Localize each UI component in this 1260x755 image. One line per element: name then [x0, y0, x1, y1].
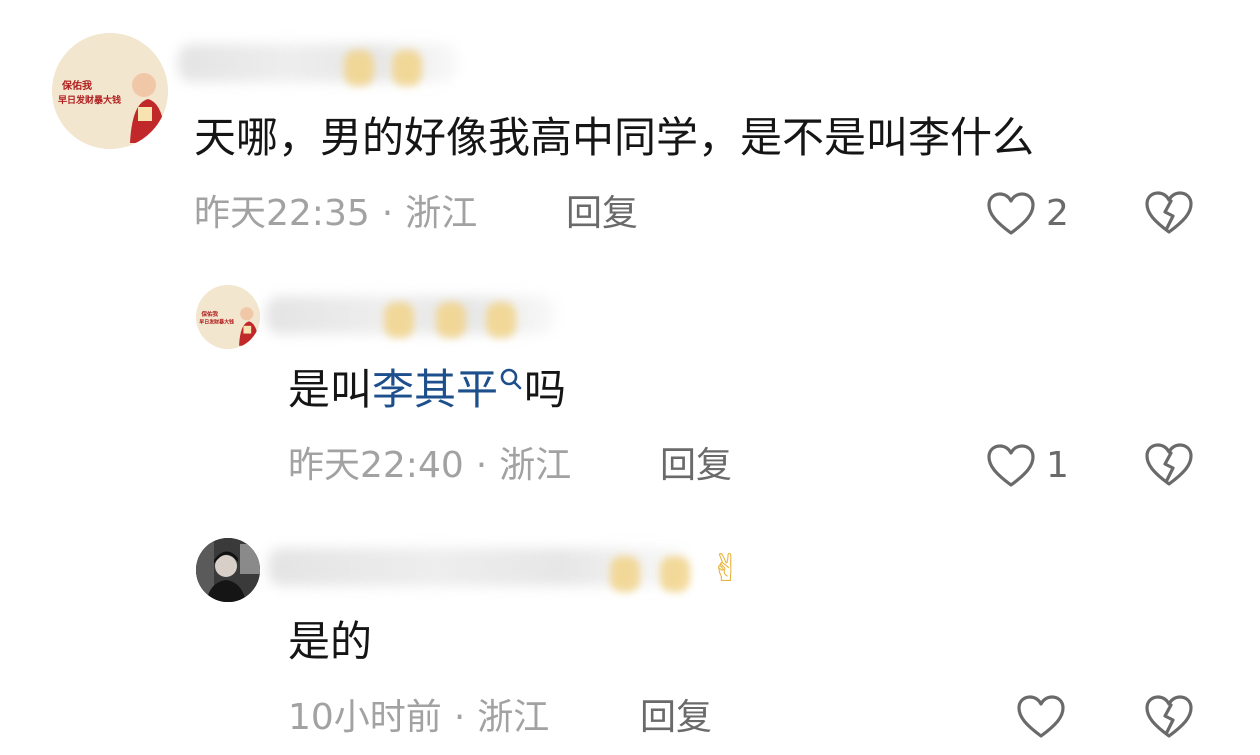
- separator-dot: ·: [475, 445, 488, 486]
- broken-heart-icon: [1145, 443, 1193, 486]
- svg-text:保佑我: 保佑我: [61, 79, 92, 92]
- username-emoji-redacted: [384, 302, 414, 338]
- comment-location: 浙江: [499, 445, 572, 486]
- comment-location: 浙江: [405, 193, 478, 234]
- broken-heart-icon: [1145, 695, 1193, 738]
- username-emoji-redacted: [660, 556, 690, 592]
- svg-text:早日发财暴大钱: 早日发财暴大钱: [199, 319, 234, 326]
- brand-logo-image: 保佑我 早日发财暴大钱: [196, 285, 260, 349]
- search-keyword-link[interactable]: 李其平: [372, 365, 498, 414]
- reply-button[interactable]: 回复: [566, 190, 638, 238]
- comment-meta: 昨天22:35 · 浙江: [194, 190, 477, 238]
- username-emoji-redacted: [610, 556, 640, 592]
- comment-text: 是的: [288, 617, 373, 666]
- comment-meta: 昨天22:40 · 浙江: [288, 442, 571, 490]
- heart-outline-icon: [987, 444, 1035, 487]
- comment-text-before: 是叫: [288, 365, 373, 414]
- svg-text:早日发财暴大钱: 早日发财暴大钱: [58, 94, 121, 106]
- separator-dot: ·: [453, 697, 466, 738]
- comment-location: 浙江: [477, 697, 550, 738]
- profile-photo: [196, 538, 260, 602]
- username-emoji-redacted: [436, 302, 466, 338]
- victory-hand-emoji: ✌: [710, 546, 742, 590]
- like-count: 1: [1046, 445, 1069, 486]
- separator-dot: ·: [381, 193, 394, 234]
- heart-outline-icon: [987, 192, 1035, 235]
- like-button[interactable]: [1016, 694, 1066, 740]
- reply-button[interactable]: 回复: [660, 442, 732, 490]
- avatar[interactable]: [196, 538, 260, 602]
- like-button[interactable]: 1: [986, 442, 1069, 490]
- comment-time: 昨天22:35: [194, 193, 370, 234]
- comment-text-after: 吗: [524, 365, 567, 414]
- comment-time: 昨天22:40: [288, 445, 464, 486]
- like-count: 2: [1046, 193, 1069, 234]
- dislike-button[interactable]: [1144, 442, 1194, 492]
- search-icon[interactable]: [498, 366, 524, 394]
- dislike-button[interactable]: [1144, 190, 1194, 240]
- brand-logo-image: 保佑我 早日发财暴大钱: [52, 33, 168, 149]
- like-button[interactable]: 2: [986, 190, 1069, 238]
- comment-text: 天哪，男的好像我高中同学，是不是叫李什么: [194, 113, 1035, 162]
- comment-time: 10小时前: [288, 697, 442, 738]
- username-emoji-redacted: [392, 50, 422, 86]
- reply-button[interactable]: 回复: [640, 694, 712, 742]
- avatar[interactable]: 保佑我 早日发财暴大钱: [52, 33, 168, 149]
- avatar[interactable]: 保佑我 早日发财暴大钱: [196, 285, 260, 349]
- comment-text: 是叫李其平吗: [288, 362, 566, 418]
- heart-outline-icon: [1017, 695, 1065, 738]
- comment-meta: 10小时前 · 浙江: [288, 694, 549, 742]
- dislike-button[interactable]: [1144, 694, 1194, 744]
- username-emoji-redacted: [486, 302, 516, 338]
- username-emoji-redacted: [344, 50, 374, 86]
- broken-heart-icon: [1145, 191, 1193, 234]
